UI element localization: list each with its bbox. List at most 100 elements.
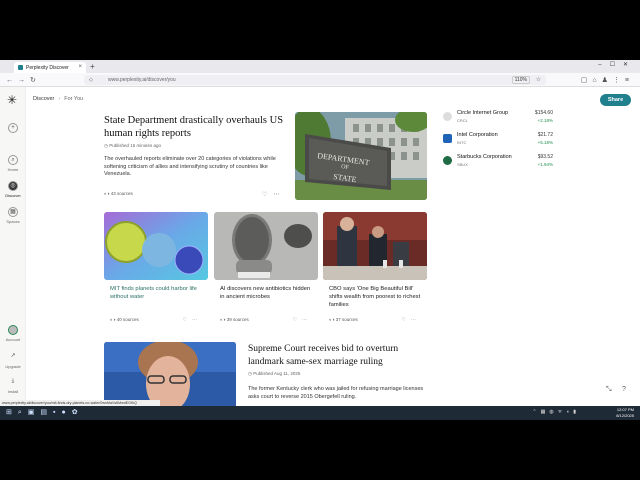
card-sources[interactable]: ◐◑ 39 sources <box>220 317 249 322</box>
expand-icon[interactable]: ⤡ <box>606 386 612 394</box>
file-explorer-icon[interactable]: ▤ <box>40 409 53 416</box>
url-text[interactable]: www.perplexity.ai/discover/you <box>108 77 176 83</box>
sidebar-item-label: Home <box>7 167 19 172</box>
microbes-microscope-image <box>214 212 318 280</box>
card-image <box>323 212 427 280</box>
stock-logo-icon <box>443 112 452 121</box>
perplexity-favicon-icon <box>18 65 23 70</box>
stock-change: +5.18% <box>537 140 553 145</box>
stock-name: Starbucks Corporation <box>457 154 512 160</box>
shield-icon[interactable]: ◇ <box>89 77 93 83</box>
task-view-icon[interactable]: ▣ <box>28 409 41 416</box>
sidebar-item-account[interactable]: Account <box>0 325 26 342</box>
card-actions: ♡⋯ <box>402 317 421 323</box>
hero-description: The overhauled reports eliminate over 20… <box>104 156 276 178</box>
stock-change: +1.94% <box>537 162 553 167</box>
perplexity-logo-icon[interactable]: ✳ <box>7 93 17 107</box>
card-image <box>214 212 318 280</box>
taskbar-icons[interactable]: ⊞⌕▣▤▪●✿ <box>6 408 84 417</box>
like-heart-icon[interactable]: ♡ <box>262 192 273 198</box>
stock-name: Circle Internet Group <box>457 110 509 116</box>
reload-icon[interactable]: ↻ <box>30 77 41 84</box>
sidebar-item-label: Upgrade <box>5 364 21 369</box>
stock-item[interactable]: Starbucks Corporation SBUX $93.52 +1.94% <box>443 154 553 174</box>
system-tray[interactable]: ⌃▦◍ᯤ◖▮ <box>532 409 580 415</box>
app-icon[interactable]: ✿ <box>72 409 84 416</box>
share-button[interactable]: Share <box>600 94 631 106</box>
avatar <box>8 325 18 335</box>
forward-icon[interactable]: → <box>18 77 30 84</box>
card-sources[interactable]: ◐◑ 40 sources <box>110 317 139 322</box>
sidebar-item-upgrade[interactable]: ↗ Upgrade <box>0 352 26 369</box>
stock-item[interactable]: Intel Corporation INTC $21.72 +5.18% <box>443 132 553 152</box>
hero-time-text: Published 15 minutes ago <box>109 143 161 148</box>
windows-taskbar: ⊞⌕▣▤▪●✿ ⌃▦◍ᯤ◖▮ 12:07 PM 8/12/2025 <box>0 406 640 420</box>
news-card[interactable]: AI discovers new antibiotics hidden in a… <box>214 212 318 330</box>
windows-start-icon[interactable]: ⊞ <box>6 409 18 416</box>
like-heart-icon[interactable]: ♡ <box>293 317 302 323</box>
hero-article-title[interactable]: State Department drastically overhauls U… <box>104 114 289 140</box>
card-title[interactable]: CBO says 'One Big Beautiful Bill' shifts… <box>329 285 423 309</box>
screen: Perplexity Discover × + –☐✕ ←→↻ ◇ www.pe… <box>0 60 640 420</box>
hero-sources-count: 43 sources <box>110 191 133 196</box>
state-department-sign-image: DEPARTMENT OF STATE <box>295 112 427 200</box>
breadcrumb-discover[interactable]: Discover <box>33 96 54 102</box>
window-controls[interactable]: –☐✕ <box>598 61 636 68</box>
card-title[interactable]: AI discovers new antibiotics hidden in a… <box>220 285 314 301</box>
back-icon[interactable]: ← <box>6 77 18 84</box>
search-icon[interactable]: ⌕ <box>18 409 28 416</box>
share-label: Share <box>607 97 624 103</box>
stock-ticker: CRCL <box>457 118 468 123</box>
card-sources-count: 40 sources <box>116 317 139 322</box>
stock-item[interactable]: Circle Internet Group CRCL $154.60 +2.18… <box>443 110 553 130</box>
plus-icon[interactable]: + <box>8 123 18 133</box>
news-card[interactable]: CBO says 'One Big Beautiful Bill' shifts… <box>323 212 427 330</box>
sidebar-item-discover[interactable]: ◎ Discover <box>0 181 26 198</box>
card-title[interactable]: MIT finds planets could harbor life with… <box>110 285 204 301</box>
more-options-icon[interactable]: ⋯ <box>411 317 421 323</box>
card-actions: ♡⋯ <box>293 317 312 323</box>
bottom-article-title[interactable]: Supreme Court receives bid to overturn l… <box>248 343 428 368</box>
system-clock[interactable]: 12:07 PM 8/12/2025 <box>616 407 634 419</box>
tab-title: Perplexity Discover <box>26 65 69 71</box>
firefox-icon[interactable]: ● <box>62 409 72 416</box>
browser-tab[interactable]: Perplexity Discover × <box>14 62 86 73</box>
install-icon: ⤓ <box>11 378 15 384</box>
hero-sources[interactable]: ◐◑ 43 sources <box>104 191 133 196</box>
address-bar[interactable]: ◇ www.perplexity.ai/discover/you 110% ☆ <box>84 75 546 85</box>
nav-buttons[interactable]: ←→↻ <box>6 76 41 84</box>
stock-logo-icon <box>443 156 452 165</box>
bottom-description: The former Kentucky clerk who was jailed… <box>248 386 424 400</box>
more-options-icon[interactable]: ⋯ <box>192 317 202 323</box>
hero-actions: ♡⋯ <box>262 191 285 198</box>
new-tab-button[interactable]: + <box>90 62 95 71</box>
stock-ticker: SBUX <box>457 162 468 167</box>
zoom-level[interactable]: 110% <box>511 76 530 84</box>
toolbar-icons[interactable]: ▢⌂♟⋮≡ <box>581 76 634 84</box>
new-thread-button[interactable]: + <box>0 123 26 135</box>
sidebar-item-label: Account <box>5 337 21 342</box>
sidebar-item-home[interactable]: ⌕ Home <box>0 155 26 172</box>
stock-price: $154.60 <box>534 110 553 116</box>
sidebar-item-install[interactable]: ⤓ Install <box>0 377 26 394</box>
terminal-icon[interactable]: ▪ <box>53 409 61 416</box>
home-icon: ⌕ <box>8 155 18 165</box>
breadcrumb-for-you[interactable]: For You <box>64 96 83 102</box>
more-options-icon[interactable]: ⋯ <box>302 317 312 323</box>
like-heart-icon[interactable]: ♡ <box>402 317 411 323</box>
like-heart-icon[interactable]: ♡ <box>183 317 192 323</box>
congress-hearing-image <box>323 212 427 280</box>
breadcrumb-separator: › <box>58 96 61 102</box>
upgrade-icon: ↗ <box>10 353 16 359</box>
hero-image[interactable]: DEPARTMENT OF STATE <box>295 112 427 200</box>
card-sources[interactable]: ◐◑ 37 sources <box>329 317 358 322</box>
more-options-icon[interactable]: ⋯ <box>273 192 285 198</box>
help-icon[interactable]: ? <box>622 386 626 393</box>
stock-ticker: INTC <box>457 140 467 145</box>
sidebar-item-spaces[interactable]: ▦ Spaces <box>0 207 26 224</box>
sidebar-item-label: Install <box>7 389 19 394</box>
tab-close-icon[interactable]: × <box>78 64 82 70</box>
bookmark-star-icon[interactable]: ☆ <box>536 76 541 83</box>
sidebar-item-label: Spaces <box>6 219 20 224</box>
news-card[interactable]: MIT finds planets could harbor life with… <box>104 212 208 330</box>
